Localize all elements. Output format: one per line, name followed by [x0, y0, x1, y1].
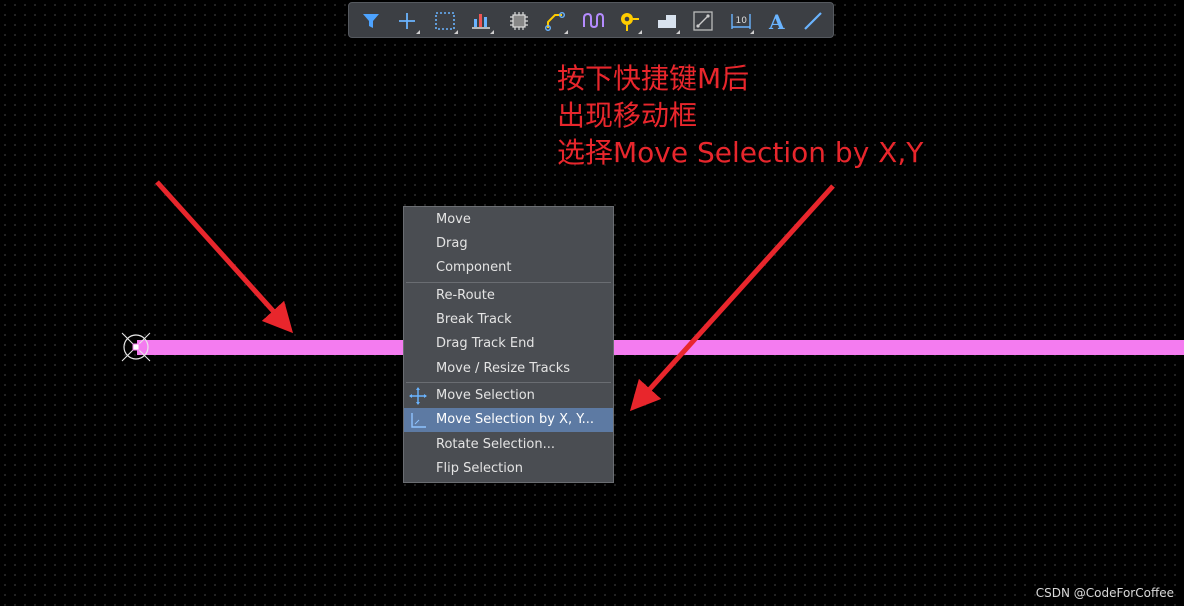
menu-item-move-selection-by-xy[interactable]: Move Selection by X, Y...	[404, 408, 613, 432]
xy-axes-icon	[408, 410, 428, 430]
track-endpoint-marker[interactable]	[118, 329, 154, 365]
menu-item-drag-track-end[interactable]: Drag Track End	[404, 332, 613, 356]
left-arrow	[155, 180, 294, 334]
crosshair-icon[interactable]	[393, 7, 421, 35]
menu-item-label: Move Selection by X, Y...	[436, 412, 594, 427]
bar-chart-icon[interactable]	[467, 7, 495, 35]
menu-item-label: Move / Resize Tracks	[436, 361, 571, 376]
menu-item-label: Drag	[436, 236, 468, 251]
menu-item-label: Re-Route	[436, 288, 495, 303]
meander-icon[interactable]	[579, 7, 607, 35]
filter-icon[interactable]	[357, 7, 385, 35]
text-icon[interactable]: A	[763, 7, 791, 35]
move-cross-icon	[408, 386, 428, 406]
pcb-toolbar: 10 A	[348, 2, 834, 38]
menu-item-label: Move	[436, 212, 471, 227]
watermark: CSDN @CodeForCoffee	[1035, 586, 1174, 600]
menu-item-label: Component	[436, 260, 512, 275]
menu-item-rotate-selection[interactable]: Rotate Selection...	[404, 433, 613, 457]
annotation-line-3: 选择Move Selection by X,Y	[557, 136, 924, 169]
menu-item-move-resize-tracks[interactable]: Move / Resize Tracks	[404, 357, 613, 381]
svg-text:10: 10	[736, 16, 748, 26]
line-icon[interactable]	[799, 7, 827, 35]
dimension-icon[interactable]: 10	[727, 7, 755, 35]
menu-item-label: Drag Track End	[436, 336, 535, 351]
route-track-icon[interactable]	[541, 7, 569, 35]
annotation-line-2: 出现移动框	[557, 99, 698, 132]
menu-item-label: Flip Selection	[436, 461, 523, 476]
menu-item-component[interactable]: Component	[404, 256, 613, 280]
move-context-menu: Move Drag Component Re-Route Break Track…	[403, 206, 614, 483]
pcb-track[interactable]	[137, 340, 1184, 355]
menu-separator	[406, 282, 611, 283]
menu-item-label: Move Selection	[436, 388, 535, 403]
menu-item-drag[interactable]: Drag	[404, 232, 613, 256]
component-chip-icon[interactable]	[505, 7, 533, 35]
annotation-text: 按下快捷键M后 出现移动框 选择Move Selection by X,Y	[557, 60, 923, 171]
menu-item-label: Break Track	[436, 312, 512, 327]
annotation-line-1: 按下快捷键M后	[557, 62, 750, 95]
menu-item-move[interactable]: Move	[404, 208, 613, 232]
menu-item-break-track[interactable]: Break Track	[404, 308, 613, 332]
menu-item-label: Rotate Selection...	[436, 437, 555, 452]
keepout-icon[interactable]	[689, 7, 717, 35]
menu-item-re-route[interactable]: Re-Route	[404, 284, 613, 308]
via-pad-icon[interactable]	[615, 7, 643, 35]
select-rect-icon[interactable]	[431, 7, 459, 35]
menu-separator	[406, 382, 611, 383]
right-arrow	[629, 184, 835, 412]
menu-item-flip-selection[interactable]: Flip Selection	[404, 457, 613, 481]
menu-item-move-selection[interactable]: Move Selection	[404, 384, 613, 408]
polygon-pour-icon[interactable]	[653, 7, 681, 35]
svg-text:A: A	[768, 10, 785, 34]
